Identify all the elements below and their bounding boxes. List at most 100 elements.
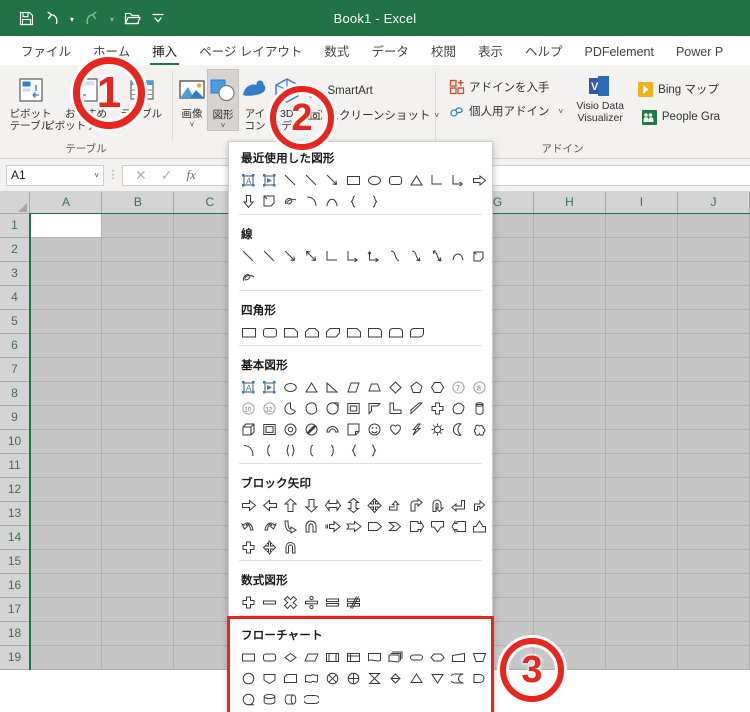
shape-donut[interactable]: [280, 419, 301, 440]
shape-down-arrow[interactable]: [238, 191, 259, 212]
tab-pdfelement[interactable]: PDFelement: [573, 42, 664, 65]
shape-arrow-u-turn[interactable]: [427, 495, 448, 516]
cell-I9[interactable]: [605, 405, 678, 430]
shape-fc-terminator[interactable]: [406, 647, 427, 668]
column-header-I[interactable]: I: [605, 192, 678, 214]
shape-left-bracket[interactable]: [259, 440, 280, 461]
shape-cloud[interactable]: [469, 419, 490, 440]
shape-rounded-rectangle[interactable]: [385, 170, 406, 191]
row-header-3[interactable]: 3: [0, 261, 31, 286]
shape-cross[interactable]: [427, 398, 448, 419]
shape-flowchart-data[interactable]: [259, 191, 280, 212]
shape-rect-rounded[interactable]: [259, 322, 280, 343]
shape-arrow-curved-down[interactable]: [301, 516, 322, 537]
row-header-10[interactable]: 10: [0, 429, 31, 454]
column-header-B[interactable]: B: [101, 192, 175, 214]
cell-J5[interactable]: [677, 309, 750, 334]
shape-down-arrow-callout[interactable]: [427, 516, 448, 537]
cell-J18[interactable]: [677, 621, 750, 646]
shape-elbow-double-arrow[interactable]: [364, 246, 385, 267]
shape-divide[interactable]: [301, 592, 322, 613]
shape-line-2[interactable]: [301, 170, 322, 191]
shape-cube[interactable]: [238, 419, 259, 440]
cell-J4[interactable]: [677, 285, 750, 310]
shape-fc-alternate-process[interactable]: [259, 647, 280, 668]
shape-fc-document[interactable]: [364, 647, 385, 668]
shape-arrow-notched-right[interactable]: [343, 516, 364, 537]
shape-arc-line[interactable]: [448, 246, 469, 267]
select-all-corner[interactable]: [0, 192, 31, 214]
undo-dropdown-icon[interactable]: ▾: [66, 7, 78, 29]
shape-line[interactable]: [280, 170, 301, 191]
people-graph-button[interactable]: People Gra: [637, 105, 724, 129]
cell-B14[interactable]: [101, 525, 175, 550]
shape-snip-round-corner[interactable]: [343, 322, 364, 343]
shape-moon[interactable]: [448, 419, 469, 440]
row-header-14[interactable]: 14: [0, 525, 31, 550]
row-header-1[interactable]: 1: [0, 213, 31, 238]
cell-I4[interactable]: [605, 285, 678, 310]
cell-J17[interactable]: [677, 597, 750, 622]
cell-I18[interactable]: [605, 621, 678, 646]
cell-A15[interactable]: [29, 549, 103, 574]
cell-H5[interactable]: [533, 309, 606, 334]
shape-arrow-bent[interactable]: [406, 495, 427, 516]
shape-fc-extract[interactable]: [406, 668, 427, 689]
shape-right-arrow-callout[interactable]: [406, 516, 427, 537]
cell-H7[interactable]: [533, 357, 606, 382]
cell-B2[interactable]: [101, 237, 175, 262]
cell-I12[interactable]: [605, 477, 678, 502]
cell-I19[interactable]: [605, 645, 678, 670]
cell-J10[interactable]: [677, 429, 750, 454]
cell-A10[interactable]: [29, 429, 103, 454]
tab-file[interactable]: ファイル: [10, 42, 82, 65]
enter-icon[interactable]: ✓: [161, 167, 173, 184]
shape-arrow-bent-2[interactable]: [469, 495, 490, 516]
cell-A5[interactable]: [29, 309, 103, 334]
shape-line-plain[interactable]: [238, 246, 259, 267]
cancel-icon[interactable]: ✕: [135, 167, 147, 184]
cell-H16[interactable]: [533, 573, 606, 598]
shape-heptagon[interactable]: 7: [448, 377, 469, 398]
shape-oval[interactable]: [280, 377, 301, 398]
shape-diamond[interactable]: [385, 377, 406, 398]
row-header-4[interactable]: 4: [0, 285, 31, 310]
bing-maps-button[interactable]: Bing マップ: [633, 77, 723, 101]
column-header-H[interactable]: H: [533, 192, 606, 214]
cell-H13[interactable]: [533, 501, 606, 526]
shape-cross-arrow[interactable]: [238, 537, 259, 558]
cell-H4[interactable]: [533, 285, 606, 310]
shape-chord[interactable]: [301, 398, 322, 419]
shape-basic-textbox-arrow[interactable]: [259, 377, 280, 398]
column-header-J[interactable]: J: [677, 192, 750, 214]
shape-multiply[interactable]: [280, 592, 301, 613]
icons-button[interactable]: アイ コン: [239, 69, 271, 132]
shape-parallelogram[interactable]: [343, 377, 364, 398]
cell-B15[interactable]: [101, 549, 175, 574]
cell-I16[interactable]: [605, 573, 678, 598]
tab-insert[interactable]: 挿入: [141, 42, 188, 65]
shape-curve[interactable]: [322, 191, 343, 212]
undo-icon[interactable]: [40, 6, 64, 30]
tab-formulas[interactable]: 数式: [313, 42, 360, 65]
shape-line-single-arrow[interactable]: [280, 246, 301, 267]
cell-A8[interactable]: [29, 381, 103, 406]
my-addins-button[interactable]: 個人用アドイン ˅: [444, 99, 567, 123]
cell-B12[interactable]: [101, 477, 175, 502]
cell-H17[interactable]: [533, 597, 606, 622]
row-header-15[interactable]: 15: [0, 549, 31, 574]
get-addins-button[interactable]: アドインを入手: [444, 75, 567, 99]
shape-arrow-bent-up[interactable]: [385, 495, 406, 516]
row-header-5[interactable]: 5: [0, 309, 31, 334]
shape-L-shape[interactable]: [385, 398, 406, 419]
shape-left-arrow-callout[interactable]: [448, 516, 469, 537]
row-header-18[interactable]: 18: [0, 621, 31, 646]
cell-B11[interactable]: [101, 453, 175, 478]
shape-fc-internal-storage[interactable]: [343, 647, 364, 668]
shape-fc-magnetic-disk[interactable]: [259, 689, 280, 710]
row-header-8[interactable]: 8: [0, 381, 31, 406]
shape-fc-or[interactable]: [343, 668, 364, 689]
cell-A9[interactable]: [29, 405, 103, 430]
shape-round-single-corner[interactable]: [364, 322, 385, 343]
tab-data[interactable]: データ: [360, 42, 420, 65]
